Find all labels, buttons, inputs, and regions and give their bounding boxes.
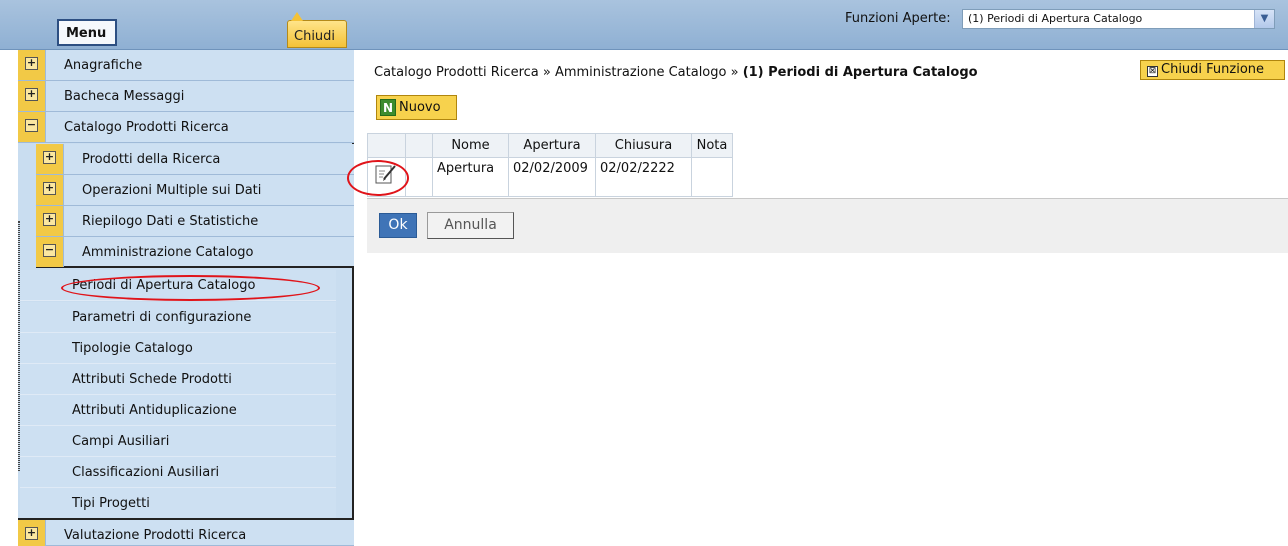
table-header-nota: Nota <box>691 133 733 158</box>
sidebar-item-label: Operazioni Multiple sui Dati <box>82 183 262 198</box>
close-menu-button[interactable]: Chiudi <box>287 12 347 48</box>
sidebar-item-anagrafiche[interactable]: + Anagrafiche <box>18 50 354 81</box>
highlight-ellipse <box>61 275 320 301</box>
sidebar-leaf-label: Parametri di configurazione <box>72 310 252 325</box>
table-row: Apertura 02/02/2009 02/02/2222 <box>367 157 733 197</box>
sidebar-item-label: Valutazione Prodotti Ricerca <box>64 528 247 543</box>
plus-icon: + <box>25 526 38 540</box>
sidebar-item-label: Anagrafiche <box>64 58 143 73</box>
open-functions-label: Funzioni Aperte: <box>845 11 951 26</box>
new-button-label: Nuovo <box>399 100 441 115</box>
table-header-action <box>367 133 406 158</box>
open-functions-value: (1) Periodi di Apertura Catalogo <box>968 12 1143 25</box>
expand-toggle[interactable]: + <box>36 206 64 236</box>
expand-toggle[interactable]: + <box>18 520 46 546</box>
periods-table: Nome Apertura Chiusura Nota Apertura 02/… <box>367 133 733 197</box>
tooltip-pointer <box>291 12 303 21</box>
close-function-button[interactable]: ⊠ Chiudi Funzione <box>1140 60 1285 80</box>
collapse-toggle[interactable]: − <box>18 112 46 142</box>
table-header-nome: Nome <box>432 133 509 158</box>
minus-icon: − <box>43 243 56 257</box>
sidebar-item-label: Catalogo Prodotti Ricerca <box>64 120 229 135</box>
sidebar-item-amministrazione-catalogo[interactable]: − Amministrazione Catalogo <box>36 237 354 268</box>
table-cell-nome: Apertura <box>432 157 509 197</box>
table-cell-blank <box>405 157 433 197</box>
expand-toggle[interactable]: + <box>18 81 46 111</box>
sidebar-leaf-label: Campi Ausiliari <box>72 434 170 449</box>
expand-toggle[interactable]: + <box>36 175 64 205</box>
sidebar-item-label: Bacheca Messaggi <box>64 89 185 104</box>
new-button[interactable]: N Nuovo <box>376 95 457 120</box>
table-cell-nota <box>691 157 733 197</box>
table-cell-chiusura: 02/02/2222 <box>595 157 692 197</box>
sidebar-item-operazioni-multiple[interactable]: + Operazioni Multiple sui Dati <box>36 175 354 206</box>
close-box-icon: ⊠ <box>1147 66 1158 77</box>
sidebar-item-catalogo-prodotti-ricerca[interactable]: − Catalogo Prodotti Ricerca <box>18 112 354 143</box>
ok-button[interactable]: Ok <box>379 213 417 238</box>
plus-icon: + <box>43 150 56 164</box>
sidebar-leaf-attributi-schede[interactable]: Attributi Schede Prodotti <box>20 364 336 395</box>
open-functions-select[interactable]: (1) Periodi di Apertura Catalogo ▼ <box>962 9 1275 29</box>
sidebar-leaf-attributi-antiduplicazione[interactable]: Attributi Antiduplicazione <box>20 395 336 426</box>
sidebar-leaf-tipi-progetti[interactable]: Tipi Progetti <box>20 488 336 519</box>
sidebar-item-prodotti-della-ricerca[interactable]: + Prodotti della Ricerca <box>36 144 354 175</box>
table-header-chiusura: Chiusura <box>595 133 692 158</box>
sidebar-leaf-tipologie[interactable]: Tipologie Catalogo <box>20 333 336 364</box>
sidebar-leaf-label: Tipologie Catalogo <box>72 341 193 356</box>
sidebar-leaf-label: Attributi Antiduplicazione <box>72 403 237 418</box>
sidebar-leaf-campi-ausiliari[interactable]: Campi Ausiliari <box>20 426 336 457</box>
cancel-button[interactable]: Annulla <box>427 212 514 239</box>
close-function-label: Chiudi Funzione <box>1161 62 1265 77</box>
sidebar-item-label: Amministrazione Catalogo <box>82 245 254 260</box>
table-header-row: Nome Apertura Chiusura Nota <box>367 133 733 158</box>
chevron-down-icon[interactable]: ▼ <box>1254 10 1274 28</box>
plus-icon: + <box>43 212 56 226</box>
expand-toggle[interactable]: + <box>36 144 64 174</box>
minus-icon: − <box>25 118 38 132</box>
breadcrumb: Catalogo Prodotti Ricerca » Amministrazi… <box>374 65 978 80</box>
menu-button[interactable]: Menu <box>57 19 117 46</box>
sidebar-item-label: Prodotti della Ricerca <box>82 152 221 167</box>
highlight-ellipse <box>347 160 409 196</box>
breadcrumb-path: Catalogo Prodotti Ricerca » Amministrazi… <box>374 65 743 80</box>
sidebar-leaf-label: Tipi Progetti <box>72 496 150 511</box>
top-bar: Menu Chiudi Funzioni Aperte: (1) Periodi… <box>0 0 1288 50</box>
plus-icon: + <box>25 87 38 101</box>
new-document-icon: N <box>380 99 396 116</box>
sidebar-leaf-classificazioni[interactable]: Classificazioni Ausiliari <box>20 457 336 488</box>
sidebar-item-label: Riepilogo Dati e Statistiche <box>82 214 259 229</box>
breadcrumb-current: (1) Periodi di Apertura Catalogo <box>742 65 978 80</box>
collapse-toggle[interactable]: − <box>36 237 64 267</box>
sidebar-leaf-label: Classificazioni Ausiliari <box>72 465 220 480</box>
close-menu-label: Chiudi <box>294 29 336 44</box>
sidebar-item-bacheca-messaggi[interactable]: + Bacheca Messaggi <box>18 81 354 112</box>
expand-toggle[interactable]: + <box>18 50 46 80</box>
sidebar-item-valutazione[interactable]: + Valutazione Prodotti Ricerca <box>18 520 354 546</box>
plus-icon: + <box>43 181 56 195</box>
table-cell-apertura: 02/02/2009 <box>508 157 596 197</box>
table-header-apertura: Apertura <box>508 133 596 158</box>
table-header-blank <box>405 133 433 158</box>
sidebar-item-riepilogo-dati[interactable]: + Riepilogo Dati e Statistiche <box>36 206 354 237</box>
sidebar-leaf-parametri[interactable]: Parametri di configurazione <box>20 302 336 333</box>
plus-icon: + <box>25 56 38 70</box>
sidebar-leaf-label: Attributi Schede Prodotti <box>72 372 232 387</box>
